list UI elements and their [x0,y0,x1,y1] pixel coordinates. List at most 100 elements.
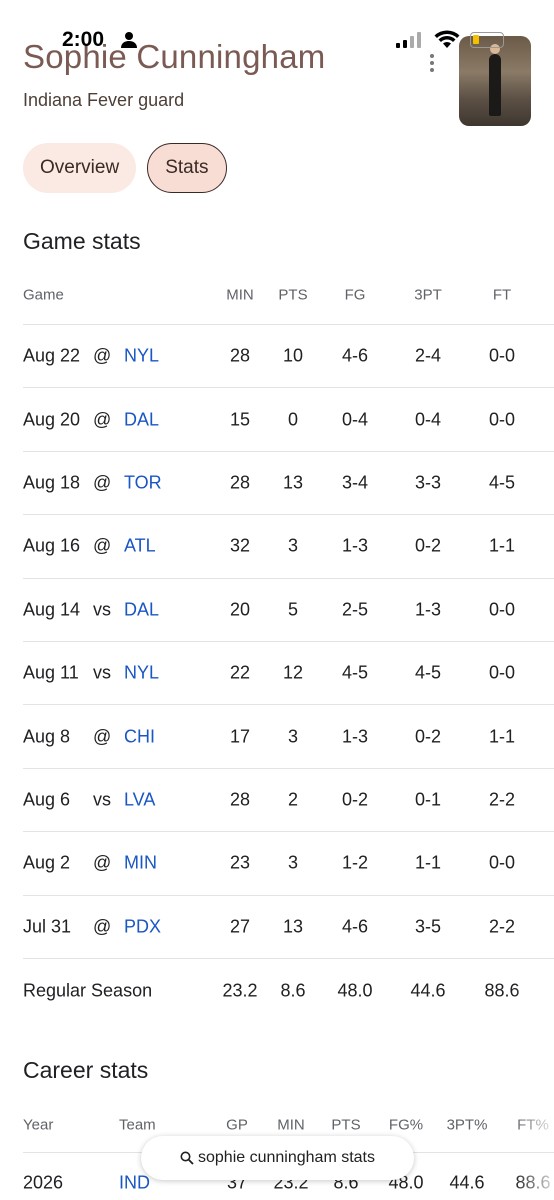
col-career-pts: PTS [331,1116,361,1133]
career-3pt-pct: 44.6 [449,1172,485,1193]
game-fg: 1-3 [341,726,368,747]
battery-icon [470,32,504,48]
search-icon [180,1151,194,1165]
game-min: 22 [229,662,251,683]
search-query-text: sophie cunningham stats [198,1149,375,1166]
opponent-link[interactable]: CHI [124,726,155,747]
col-game: Game [23,286,64,303]
game-pts: 13 [282,472,304,493]
game-row[interactable]: Aug 6 vs LVA 28 2 0-2 0-1 2-2 [23,768,554,833]
game-date: Aug 16 [23,535,81,556]
game-stats-title: Game stats [23,228,141,254]
game-ft: 0-0 [488,345,515,366]
opponent-link[interactable]: DAL [124,409,159,430]
game-pts: 0 [287,409,298,430]
game-fg: 4-6 [341,916,368,937]
tab-stats[interactable]: Stats [147,143,227,193]
career-year: 2026 [23,1172,64,1193]
col-min: MIN [226,286,254,303]
person-icon [121,32,137,48]
game-min: 17 [229,726,251,747]
game-location: @ [93,535,112,556]
col-3pt-pct: 3PT% [446,1116,488,1133]
game-date: Aug 2 [23,852,71,873]
career-ft-pct: 88.6 [515,1172,551,1193]
game-min: 28 [229,472,251,493]
game-3pt: 2-4 [414,345,441,366]
game-date: Aug 18 [23,472,81,493]
game-ft: 0-0 [488,599,515,620]
col-fg-pct: FG% [388,1116,424,1133]
game-fg: 0-4 [341,409,368,430]
game-row[interactable]: Aug 8 @ CHI 17 3 1-3 0-2 1-1 [23,705,554,769]
game-fg: 1-3 [341,535,368,556]
game-ft: 1-1 [488,535,515,556]
tab-overview[interactable]: Overview [23,143,137,193]
season-pts: 8.6 [280,980,306,1001]
game-ft: 0-0 [488,662,515,683]
opponent-link[interactable]: MIN [124,853,157,874]
opponent-link[interactable]: ATL [124,536,156,557]
game-stats-table: Game MIN PTS FG 3PT FT Aug 22 @ NYL 28 10 4-6… [0,265,554,1023]
game-fg: 4-5 [341,662,368,683]
game-min: 20 [229,599,251,620]
game-row[interactable]: Aug 14 vs DAL 20 5 2-5 1-3 0-0 [23,578,554,642]
opponent-link[interactable]: DAL [124,599,159,620]
game-pts: 3 [287,852,298,873]
col-ft-pct: FT% [517,1116,549,1133]
game-date: Aug 8 [23,726,71,747]
game-row[interactable]: Jul 31 @ PDX 27 13 4-6 3-5 2-2 [23,895,554,959]
col-gp: GP [226,1116,248,1133]
col-pts: PTS [278,286,308,303]
game-3pt: 1-1 [414,852,441,873]
game-3pt: 4-5 [414,662,441,683]
game-date: Aug 6 [23,789,71,810]
col-team: Team [119,1116,156,1133]
game-row[interactable]: Aug 2 @ MIN 23 3 1-2 1-1 0-0 [23,832,554,896]
opponent-link[interactable]: PDX [124,916,161,937]
game-date: Jul 31 [23,916,72,937]
game-row[interactable]: Aug 16 @ ATL 32 3 1-3 0-2 1-1 [23,515,554,579]
status-time: 2:00 [62,28,105,51]
game-location: @ [93,409,112,430]
opponent-link[interactable]: NYL [124,663,159,684]
game-stats-header-row: Game MIN PTS FG 3PT FT [23,265,554,325]
season-fg: 48.0 [337,980,373,1001]
game-3pt: 0-2 [414,726,441,747]
game-row[interactable]: Aug 20 @ DAL 15 0 0-4 0-4 0-0 [23,388,554,452]
wifi-icon [434,30,460,48]
col-ft: FT [492,286,512,303]
game-date: Aug 14 [23,599,81,620]
game-location: @ [93,726,112,747]
career-team-link[interactable]: IND [119,1173,150,1194]
game-3pt: 3-5 [414,916,441,937]
game-pts: 13 [282,916,304,937]
search-query-pill[interactable]: sophie cunningham stats [141,1136,414,1180]
game-fg: 2-5 [341,599,368,620]
col-fg: FG [344,286,366,303]
game-date: Aug 11 [23,662,79,683]
cellular-signal-icon [396,32,421,48]
game-ft: 0-0 [488,852,515,873]
game-pts: 3 [287,726,298,747]
game-ft: 2-2 [488,916,515,937]
game-row[interactable]: Aug 18 @ TOR 28 13 3-4 3-3 4-5 [23,451,554,516]
season-ft: 88.6 [484,980,520,1001]
col-year: Year [23,1116,54,1133]
game-row[interactable]: Aug 11 vs NYL 22 12 4-5 4-5 0-0 [23,641,554,706]
game-3pt: 1-3 [414,599,441,620]
opponent-link[interactable]: NYL [124,346,159,367]
col-3pt: 3PT [414,286,442,303]
game-date: Aug 20 [23,409,81,430]
game-min: 28 [229,789,251,810]
game-min: 32 [229,535,251,556]
opponent-link[interactable]: TOR [124,472,162,493]
game-pts: 2 [287,789,298,810]
opponent-link[interactable]: LVA [124,789,155,810]
status-bar: 2:00 [0,0,554,60]
game-location: @ [93,852,112,873]
col-career-min: MIN [277,1116,305,1133]
game-min: 15 [229,409,251,430]
player-subtitle: Indiana Fever guard [23,90,185,110]
game-row[interactable]: Aug 22 @ NYL 28 10 4-6 2-4 0-0 [23,325,554,389]
